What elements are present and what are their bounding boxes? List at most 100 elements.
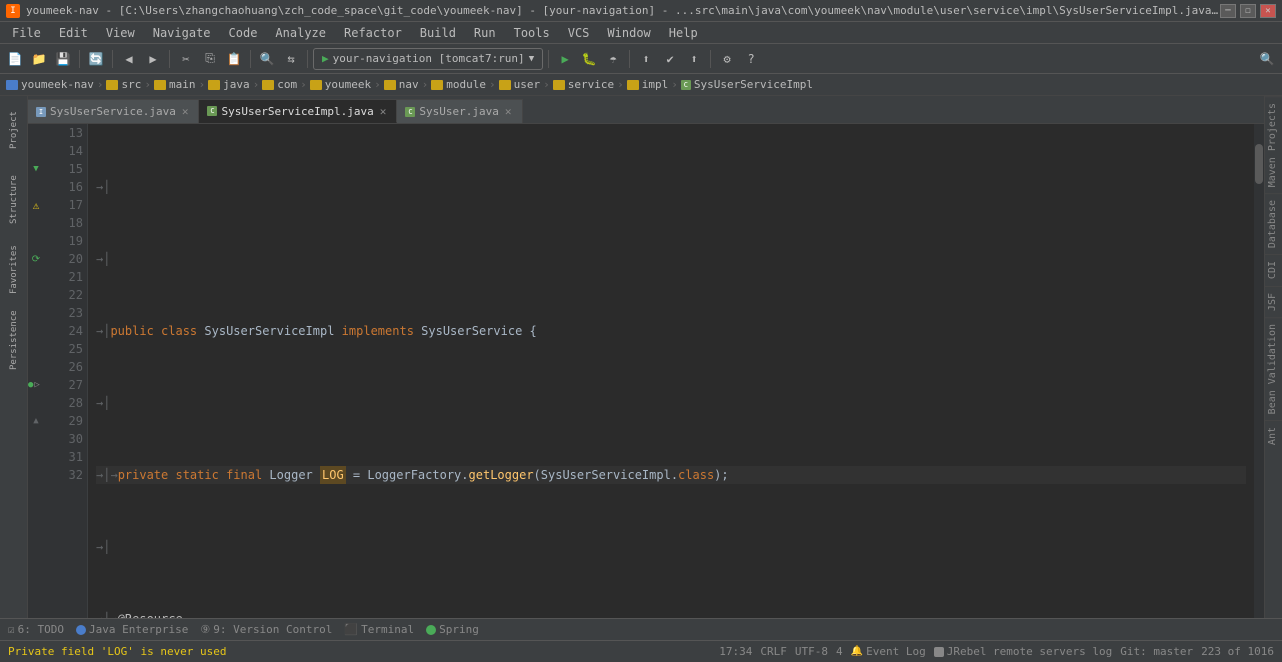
tab-sysuser-service-impl[interactable]: C SysUserServiceImpl.java ✕ xyxy=(199,99,397,123)
gutter-line-30: 30 xyxy=(28,430,87,448)
gutter-line-23: 23 xyxy=(28,304,87,322)
indent[interactable]: 4 xyxy=(836,645,843,658)
code-editor[interactable]: →│ →│ →│public class SysUserServiceImpl … xyxy=(88,124,1254,618)
crlf-text: CRLF xyxy=(760,645,787,658)
event-log[interactable]: 🔔 Event Log xyxy=(851,645,926,658)
terminal-btn[interactable]: ⬛ Terminal xyxy=(340,621,418,639)
tab-label-sysuser-service-impl: SysUserServiceImpl.java xyxy=(221,105,373,118)
toolbar-run[interactable]: ▶ xyxy=(554,48,576,70)
menu-item-run[interactable]: Run xyxy=(466,24,504,42)
toolbar-vcs-update[interactable]: ⬆ xyxy=(635,48,657,70)
cursor-position[interactable]: 17:34 xyxy=(719,645,752,658)
menu-item-build[interactable]: Build xyxy=(412,24,464,42)
breadcrumb-label: com xyxy=(277,78,297,91)
toolbar-copy[interactable]: ⎘ xyxy=(199,48,221,70)
breadcrumb-item-main[interactable]: main xyxy=(154,78,196,91)
gutter-line-13: 13 xyxy=(28,124,87,142)
jsf-panel[interactable]: JSF xyxy=(1265,286,1282,317)
persistence-panel-btn[interactable]: Persistence xyxy=(3,310,25,370)
toolbar-help[interactable]: ? xyxy=(740,48,762,70)
menu-item-window[interactable]: Window xyxy=(599,24,658,42)
ant-panel[interactable]: Ant xyxy=(1265,420,1282,451)
editor-tabs: I SysUserService.java ✕ C SysUserService… xyxy=(28,96,1264,124)
scrollbar-thumb[interactable] xyxy=(1255,144,1263,184)
toolbar-debug[interactable]: 🐛 xyxy=(578,48,600,70)
cdi-panel[interactable]: CDI xyxy=(1265,254,1282,285)
toolbar-search-everywhere[interactable]: 🔍 xyxy=(1256,48,1278,70)
gutter-line-14: 14 xyxy=(28,142,87,160)
tab-interface-icon: I xyxy=(36,107,46,117)
toolbar-sync[interactable]: 🔄 xyxy=(85,48,107,70)
breadcrumb-item-nav[interactable]: nav xyxy=(384,78,419,91)
tab-close-sysuser-service[interactable]: ✕ xyxy=(180,104,191,119)
close-button[interactable]: ✕ xyxy=(1260,4,1276,18)
toolbar-coverage[interactable]: ☂ xyxy=(602,48,624,70)
breadcrumb-item-impl[interactable]: impl xyxy=(627,78,669,91)
breadcrumb-item-service[interactable]: service xyxy=(553,78,614,91)
database-panel[interactable]: Database xyxy=(1265,193,1282,254)
breadcrumb-item-module[interactable]: module xyxy=(431,78,486,91)
toolbar-redo[interactable]: ▶ xyxy=(142,48,164,70)
tab-close-sysuser[interactable]: ✕ xyxy=(503,104,514,119)
minimize-button[interactable]: ─ xyxy=(1220,4,1236,18)
toolbar-sep-1 xyxy=(79,50,80,68)
favorites-panel-btn[interactable]: Favorites xyxy=(3,240,25,300)
breadcrumb-sep-9: › xyxy=(543,78,550,91)
menu-item-navigate[interactable]: Navigate xyxy=(145,24,219,42)
java-enterprise-btn[interactable]: Java Enterprise xyxy=(72,621,192,639)
breadcrumb-item-youmeek[interactable]: youmeek xyxy=(310,78,371,91)
breadcrumb-item-com[interactable]: com xyxy=(262,78,297,91)
toolbar-undo[interactable]: ◀ xyxy=(118,48,140,70)
breadcrumb-item-user[interactable]: user xyxy=(499,78,541,91)
toolbar-cut[interactable]: ✂ xyxy=(175,48,197,70)
menu-item-edit[interactable]: Edit xyxy=(51,24,96,42)
maximize-button[interactable]: ☐ xyxy=(1240,4,1256,18)
menu-item-tools[interactable]: Tools xyxy=(506,24,558,42)
menu-item-view[interactable]: View xyxy=(98,24,143,42)
spring-btn[interactable]: Spring xyxy=(422,621,483,639)
maven-projects-panel[interactable]: Maven Projects xyxy=(1265,96,1282,193)
gutter-line-22: 22 xyxy=(28,286,87,304)
menu-item-vcs[interactable]: VCS xyxy=(560,24,598,42)
project-panel-btn[interactable]: Project xyxy=(3,100,25,160)
terminal-icon: ⬛ xyxy=(344,623,358,636)
breadcrumb-item-src[interactable]: src xyxy=(106,78,141,91)
structure-panel-btn[interactable]: Structure xyxy=(3,170,25,230)
toolbar-paste[interactable]: 📋 xyxy=(223,48,245,70)
breadcrumb: youmeek-nav›src›main›java›com›youmeek›na… xyxy=(0,74,1282,96)
toolbar-open[interactable]: 📁 xyxy=(28,48,50,70)
jrebel-log[interactable]: JRebel remote servers log xyxy=(934,645,1113,658)
tab-sysuser-service[interactable]: I SysUserService.java ✕ xyxy=(28,99,199,123)
breadcrumb-item-java[interactable]: java xyxy=(208,78,250,91)
line-separator[interactable]: CRLF xyxy=(760,645,787,658)
tab-sysuser[interactable]: C SysUser.java ✕ xyxy=(397,99,522,123)
bean-validation-panel[interactable]: Bean Validation xyxy=(1265,317,1282,420)
menu-item-help[interactable]: Help xyxy=(661,24,706,42)
toolbar-vcs-commit[interactable]: ✔ xyxy=(659,48,681,70)
toolbar-save[interactable]: 💾 xyxy=(52,48,74,70)
toolbar-vcs-push[interactable]: ⬆ xyxy=(683,48,705,70)
todo-icon: ☑ xyxy=(8,623,15,636)
toolbar-replace[interactable]: ⇆ xyxy=(280,48,302,70)
window-title: youmeek-nav - [C:\Users\zhangchaohuang\z… xyxy=(26,4,1220,17)
tab-close-sysuser-service-impl[interactable]: ✕ xyxy=(378,104,389,119)
version-control-btn[interactable]: ⑨ 9: Version Control xyxy=(196,621,336,639)
toolbar-new[interactable]: 📄 xyxy=(4,48,26,70)
event-log-icon: 🔔 xyxy=(851,646,863,657)
menu-item-file[interactable]: File xyxy=(4,24,49,42)
breadcrumb-item-youmeek-nav[interactable]: youmeek-nav xyxy=(6,78,94,91)
menu-item-refactor[interactable]: Refactor xyxy=(336,24,410,42)
vertical-scrollbar[interactable] xyxy=(1254,124,1264,618)
git-status[interactable]: Git: master xyxy=(1120,645,1193,658)
gutter-line-26: 26 xyxy=(28,358,87,376)
menu-item-analyze[interactable]: Analyze xyxy=(267,24,334,42)
menu-item-code[interactable]: Code xyxy=(221,24,266,42)
toolbar-settings[interactable]: ⚙ xyxy=(716,48,738,70)
run-config-dropdown[interactable]: ▶ your-navigation [tomcat7:run] ▼ xyxy=(313,48,543,70)
spring-icon xyxy=(426,625,436,635)
jrebel-icon xyxy=(934,647,944,657)
todo-panel-btn[interactable]: ☑ 6: TODO xyxy=(4,621,68,639)
toolbar-find[interactable]: 🔍 xyxy=(256,48,278,70)
breadcrumb-item-sysuserserviceimpl[interactable]: CSysUserServiceImpl xyxy=(681,78,813,91)
charset[interactable]: UTF-8 xyxy=(795,645,828,658)
